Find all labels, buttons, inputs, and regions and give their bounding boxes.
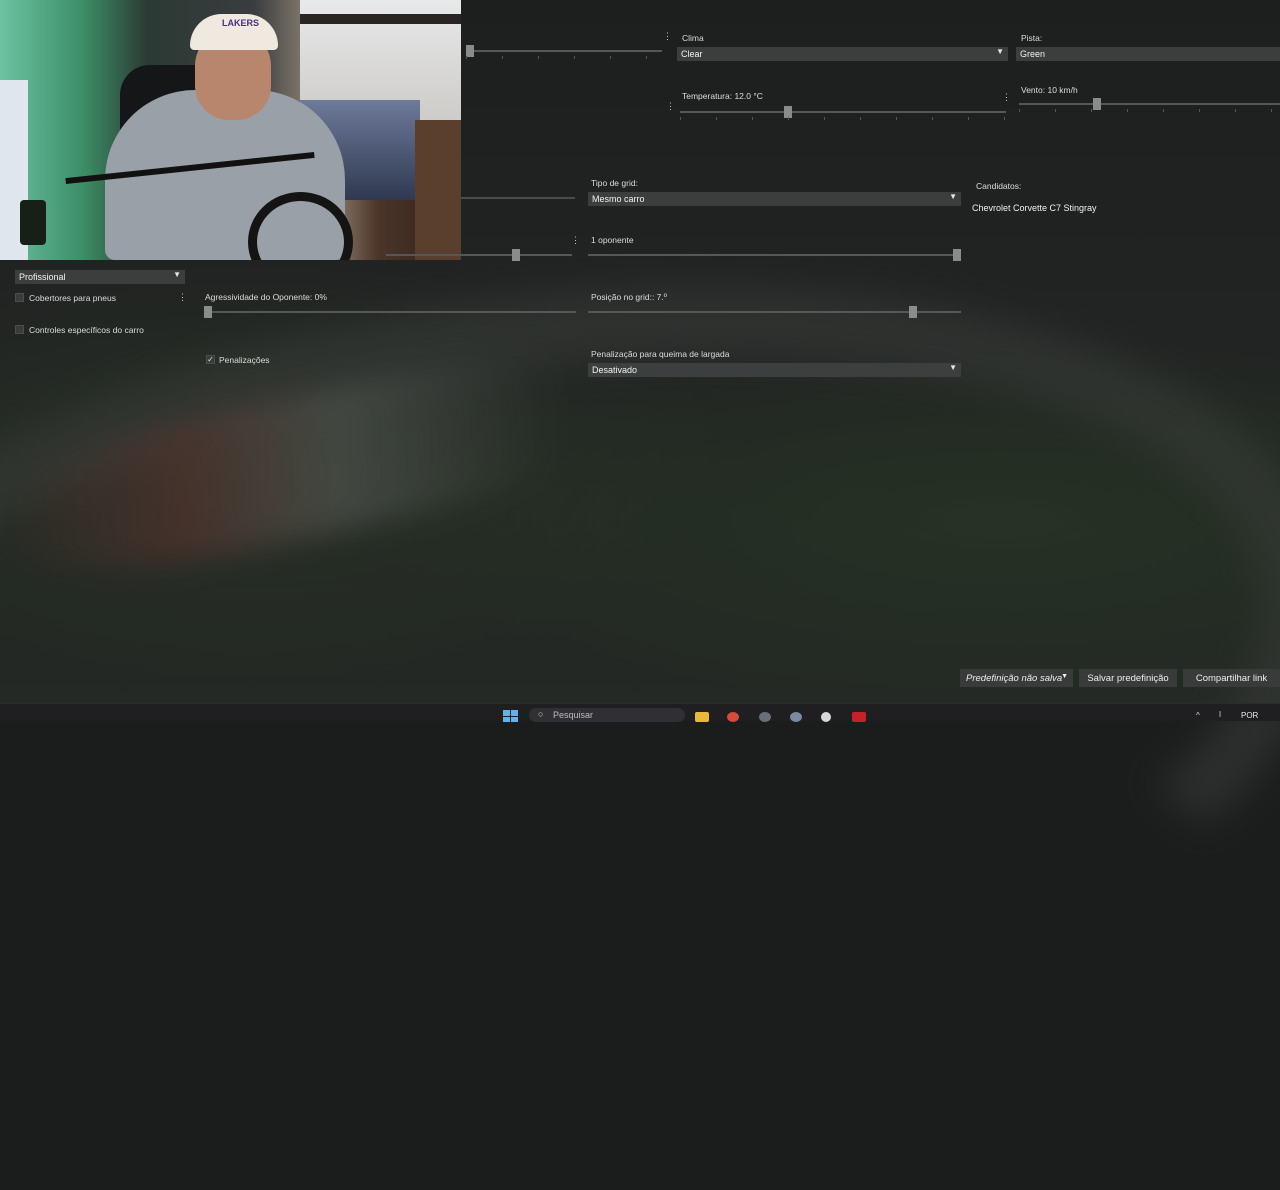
share-link-button[interactable]: Compartilhar link bbox=[1183, 669, 1280, 687]
chevron-down-icon: ▼ bbox=[1061, 673, 1068, 680]
cam-dresser bbox=[415, 120, 461, 260]
preset-label: Predefinição não salva bbox=[966, 673, 1063, 684]
pista-label: Pista: bbox=[1021, 33, 1043, 43]
pista-select[interactable]: Green bbox=[1016, 47, 1280, 61]
clima-value: Clear bbox=[681, 49, 703, 59]
opponents-label: 1 oponente bbox=[591, 235, 634, 245]
save-preset-button[interactable]: Salvar predefinição bbox=[1079, 669, 1177, 687]
chevron-down-icon: ▼ bbox=[949, 363, 957, 372]
queima-select[interactable]: Desativado ▼ bbox=[588, 363, 961, 377]
partial-slider[interactable] bbox=[386, 249, 572, 261]
opponents-slider[interactable] bbox=[588, 249, 961, 261]
controles-label: Controles específicos do carro bbox=[29, 325, 144, 335]
microphone-icon[interactable]: ǀ bbox=[1219, 710, 1221, 719]
controles-checkbox[interactable] bbox=[15, 325, 24, 334]
tipo-grid-select[interactable]: Mesmo carro ▼ bbox=[588, 192, 961, 206]
cobertores-more-icon[interactable]: ⋮ bbox=[178, 292, 187, 303]
partial-rail bbox=[461, 197, 575, 199]
difficulty-value: Profissional bbox=[19, 272, 66, 282]
agressividade-label: Agressividade do Oponente: 0% bbox=[205, 292, 327, 302]
posicao-grid-slider[interactable] bbox=[588, 306, 961, 318]
agressividade-slider-thumb[interactable] bbox=[204, 306, 212, 318]
cobertores-checkbox[interactable] bbox=[15, 293, 24, 302]
language-indicator[interactable]: POR bbox=[1241, 711, 1258, 720]
chevron-down-icon: ▼ bbox=[996, 47, 1004, 56]
queima-value: Desativado bbox=[592, 365, 638, 375]
posicao-grid-label: Posição no grid:: 7.º bbox=[591, 292, 667, 302]
clima-select[interactable]: Clear ▼ bbox=[677, 47, 1008, 61]
partial-slider-thumb[interactable] bbox=[512, 249, 521, 261]
tipo-grid-value: Mesmo carro bbox=[592, 194, 645, 204]
cam-can bbox=[20, 200, 46, 245]
difficulty-select[interactable]: Profissional ▼ bbox=[15, 270, 185, 284]
tipo-grid-label: Tipo de grid: bbox=[591, 178, 638, 188]
more-options-icon[interactable]: ⋮ bbox=[571, 235, 580, 246]
chevron-down-icon: ▼ bbox=[949, 192, 957, 201]
temperatura-more-icon[interactable]: ⋮ bbox=[1002, 92, 1011, 103]
windows-icon[interactable] bbox=[503, 710, 518, 722]
candidatos-label: Candidatos: bbox=[976, 181, 1022, 191]
pista-value: Green bbox=[1020, 49, 1046, 59]
search-icon: ○ bbox=[538, 709, 544, 719]
agressividade-slider[interactable] bbox=[204, 306, 576, 318]
file-explorer-icon[interactable] bbox=[695, 712, 709, 722]
posicao-grid-slider-thumb[interactable] bbox=[908, 306, 917, 318]
settings-icon[interactable] bbox=[790, 712, 802, 722]
opponents-slider-thumb[interactable] bbox=[953, 249, 961, 261]
candidatos-value: Chevrolet Corvette C7 Stingray bbox=[972, 203, 1097, 213]
webcam-overlay: LAKERS bbox=[0, 0, 461, 260]
blurred-track-curve bbox=[0, 189, 1280, 1190]
chevron-down-icon: ▼ bbox=[173, 270, 181, 279]
temperatura-slider[interactable] bbox=[680, 106, 1006, 120]
app-icon[interactable] bbox=[759, 712, 771, 722]
cam-cap-logo: LAKERS bbox=[222, 18, 260, 28]
logitech-icon[interactable] bbox=[821, 712, 831, 722]
more-options-icon[interactable]: ⋮ bbox=[663, 31, 672, 42]
temperatura-label: Temperatura: 12.0 °C bbox=[682, 91, 763, 101]
vento-slider[interactable] bbox=[1019, 98, 1280, 112]
cobertores-label: Cobertores para pneus bbox=[29, 293, 116, 303]
taskbar-search-placeholder: Pesquisar bbox=[553, 710, 594, 720]
check-icon: ✓ bbox=[207, 355, 214, 364]
penalizacoes-label: Penalizações bbox=[219, 355, 270, 365]
temperatura-left-marker-icon: ⋮ bbox=[666, 101, 675, 111]
chrome-icon[interactable] bbox=[727, 712, 739, 722]
preset-dropdown[interactable]: Predefinição não salva ▼ bbox=[960, 669, 1073, 687]
clima-label: Clima bbox=[682, 33, 704, 43]
penalizacoes-checkbox[interactable]: ✓ bbox=[206, 355, 215, 364]
taskbar: ○ Pesquisar ^ ǀ POR bbox=[0, 703, 1280, 722]
top-left-slider[interactable] bbox=[466, 45, 662, 59]
queima-label: Penalização para queima de largada bbox=[591, 349, 730, 359]
blurred-track-kerb bbox=[0, 332, 628, 598]
game-icon[interactable] bbox=[852, 712, 866, 722]
cam-shelf bbox=[300, 14, 461, 24]
chevron-up-icon[interactable]: ^ bbox=[1196, 711, 1200, 720]
vento-label: Vento: 10 km/h bbox=[1021, 85, 1078, 95]
